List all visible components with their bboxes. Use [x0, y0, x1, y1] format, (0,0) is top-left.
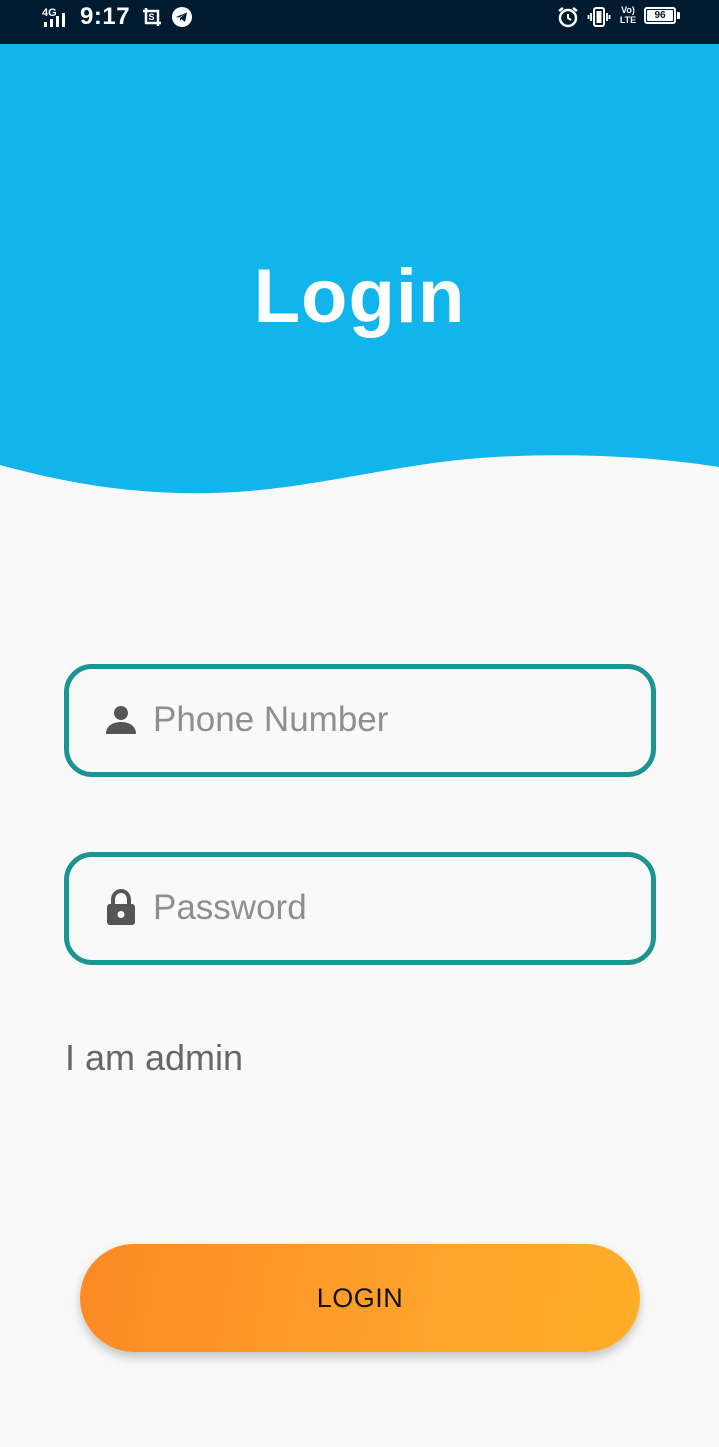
telegram-icon: [172, 7, 192, 27]
battery-level: 96: [647, 10, 673, 21]
login-button[interactable]: LOGIN: [80, 1244, 640, 1352]
clock: 9:17: [80, 3, 131, 30]
network-label: 4G: [42, 7, 57, 19]
password-field[interactable]: [64, 852, 656, 965]
phone-number-input[interactable]: [153, 695, 613, 745]
signal-icon: 4G: [42, 7, 65, 27]
lock-icon: [107, 888, 135, 925]
battery-tip: [677, 12, 680, 19]
alarm-icon: [558, 7, 578, 28]
battery-icon: 96: [644, 7, 676, 24]
person-icon: [106, 706, 136, 734]
volte-label-bottom: LTE: [619, 15, 637, 25]
status-bar: 4G 9:17 S Vo) LTE 96: [0, 0, 719, 44]
svg-text:S: S: [149, 12, 155, 22]
admin-link[interactable]: I am admin: [65, 1036, 243, 1080]
volte-icon: Vo) LTE: [618, 5, 638, 29]
vibrate-icon: [587, 7, 611, 27]
screenshot-icon: S: [143, 8, 161, 26]
phone-number-field[interactable]: [64, 664, 656, 777]
page-title: Login: [253, 254, 466, 339]
password-input[interactable]: [153, 883, 613, 933]
login-screen: 4G 9:17 S Vo) LTE 96 Login Phone Number …: [0, 0, 719, 1447]
volte-label-top: Vo): [621, 5, 635, 15]
